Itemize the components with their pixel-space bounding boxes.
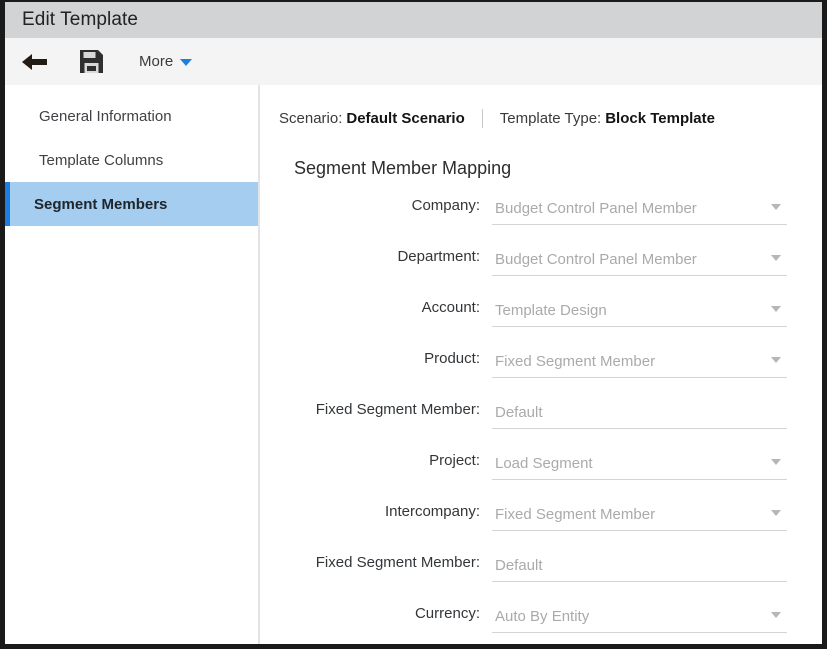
template-type-label: Template Type: [499,109,602,127]
content-pane: Scenario: Default Scenario Template Type… [260,85,822,644]
field-row-fixed-segment-member-product: Fixed Segment Member: Default [260,397,822,448]
intercompany-dropdown[interactable]: Fixed Segment Member [492,499,787,531]
field-row-account: Account: Template Design [260,295,822,346]
field-value: Load Segment [495,455,593,472]
field-label: Fixed Segment Member: [315,554,480,571]
field-row-department: Department: Budget Control Panel Member [260,244,822,295]
chevron-down-icon [771,306,781,312]
chevron-down-icon [771,255,781,261]
window-title: Edit Template [22,9,139,30]
fixed-segment-member-input[interactable]: Default [492,550,787,582]
field-label: Project: [429,452,480,469]
edit-template-window: Edit Template More General Information T… [0,0,827,649]
field-label: Currency: [414,605,480,622]
sidebar-item-template-columns[interactable]: Template Columns [5,138,258,182]
sidebar-item-label: Template Columns [39,151,164,169]
scenario-label: Scenario: [279,109,343,127]
chevron-down-icon [771,510,781,516]
field-row-company: Company: Budget Control Panel Member [260,193,822,244]
field-value: Auto By Entity [495,608,590,625]
sidebar-item-label: Segment Members [34,195,168,213]
field-row-project: Project: Load Segment [260,448,822,499]
segment-member-mapping-form: Company: Budget Control Panel Member Dep… [260,193,822,644]
field-row-product: Product: Fixed Segment Member [260,346,822,397]
field-row-currency: Currency: Auto By Entity [260,601,822,644]
field-row-fixed-segment-member-intercompany: Fixed Segment Member: Default [260,550,822,601]
product-dropdown[interactable]: Fixed Segment Member [492,346,787,378]
field-value: Default [495,557,543,574]
field-value: Default [495,404,543,421]
field-value: Budget Control Panel Member [495,251,697,268]
sidebar-item-general-information[interactable]: General Information [5,94,258,138]
field-label: Product: [424,350,480,367]
toolbar: More [5,38,822,85]
field-row-intercompany: Intercompany: Fixed Segment Member [260,499,822,550]
currency-dropdown[interactable]: Auto By Entity [492,601,787,633]
field-value: Fixed Segment Member [495,506,656,523]
chevron-down-icon [771,357,781,363]
field-label: Intercompany: [384,503,480,520]
field-label: Department: [397,248,480,265]
scenario-header: Scenario: Default Scenario Template Type… [260,107,822,129]
sidebar-navigation: General Information Template Columns Seg… [5,85,260,644]
chevron-down-icon [771,204,781,210]
save-button[interactable] [69,40,113,84]
department-dropdown[interactable]: Budget Control Panel Member [492,244,787,276]
field-value: Template Design [495,302,607,319]
back-button[interactable] [13,40,57,84]
floppy-disk-save-icon [79,50,103,73]
header-divider [481,108,483,128]
sidebar-item-segment-members[interactable]: Segment Members [5,182,258,226]
scenario-value: Default Scenario [346,109,465,127]
field-value: Fixed Segment Member [495,353,656,370]
company-dropdown[interactable]: Budget Control Panel Member [492,193,787,225]
chevron-down-icon [771,459,781,465]
project-dropdown[interactable]: Load Segment [492,448,787,480]
template-type-value: Block Template [605,109,715,127]
account-dropdown[interactable]: Template Design [492,295,787,327]
back-arrow-icon [22,53,47,70]
chevron-down-icon [771,612,781,618]
field-label: Account: [421,299,480,316]
more-menu-label: More [139,53,174,70]
sidebar-item-label: General Information [39,107,172,125]
page-title: Segment Member Mapping [294,158,512,178]
fixed-segment-member-input[interactable]: Default [492,397,787,429]
field-value: Budget Control Panel Member [495,200,697,217]
chevron-down-icon [180,59,193,66]
field-label: Fixed Segment Member: [315,401,480,418]
more-menu-button[interactable]: More [133,49,198,74]
field-label: Company: [411,197,480,214]
window-body: General Information Template Columns Seg… [5,85,822,644]
window-titlebar: Edit Template [5,2,822,38]
